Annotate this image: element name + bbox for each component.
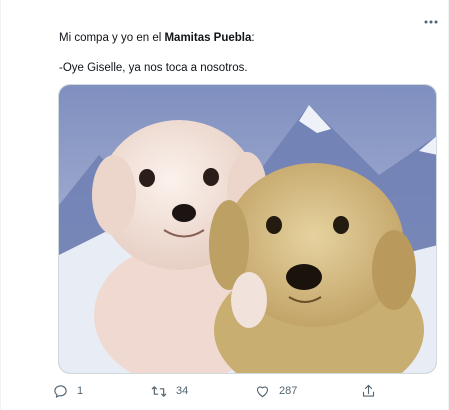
- more-icon: [424, 11, 438, 29]
- retweet-count: 34: [176, 385, 189, 397]
- tweet-card: Mi compa y yo en el Mamitas Puebla: -Oye…: [0, 0, 449, 410]
- share-button[interactable]: [361, 380, 376, 402]
- tweet-text-suffix: :: [251, 32, 255, 44]
- reply-button[interactable]: 1: [53, 380, 83, 402]
- puppies-photo: [59, 85, 436, 373]
- like-button[interactable]: 287: [255, 380, 297, 402]
- tweet-text-line1: Mi compa y yo en el Mamitas Puebla:: [59, 30, 439, 46]
- tweet-text-prefix: Mi compa y yo en el: [59, 32, 165, 44]
- share-icon: [361, 383, 376, 399]
- reply-icon: [53, 384, 68, 399]
- tweet-photo[interactable]: [58, 84, 437, 374]
- retweet-button[interactable]: 34: [151, 380, 188, 402]
- more-options-button[interactable]: [419, 10, 443, 30]
- like-icon: [255, 384, 270, 398]
- tweet-text: Mi compa y yo en el Mamitas Puebla: -Oye…: [59, 30, 439, 76]
- tweet-actions: 1 34 287: [53, 380, 393, 402]
- like-count: 287: [279, 385, 298, 397]
- tweet-text-line2: -Oye Giselle, ya nos toca a nosotros.: [59, 62, 248, 74]
- retweet-icon: [151, 384, 167, 399]
- tweet-text-bold: Mamitas Puebla: [164, 32, 252, 44]
- reply-count: 1: [77, 385, 84, 397]
